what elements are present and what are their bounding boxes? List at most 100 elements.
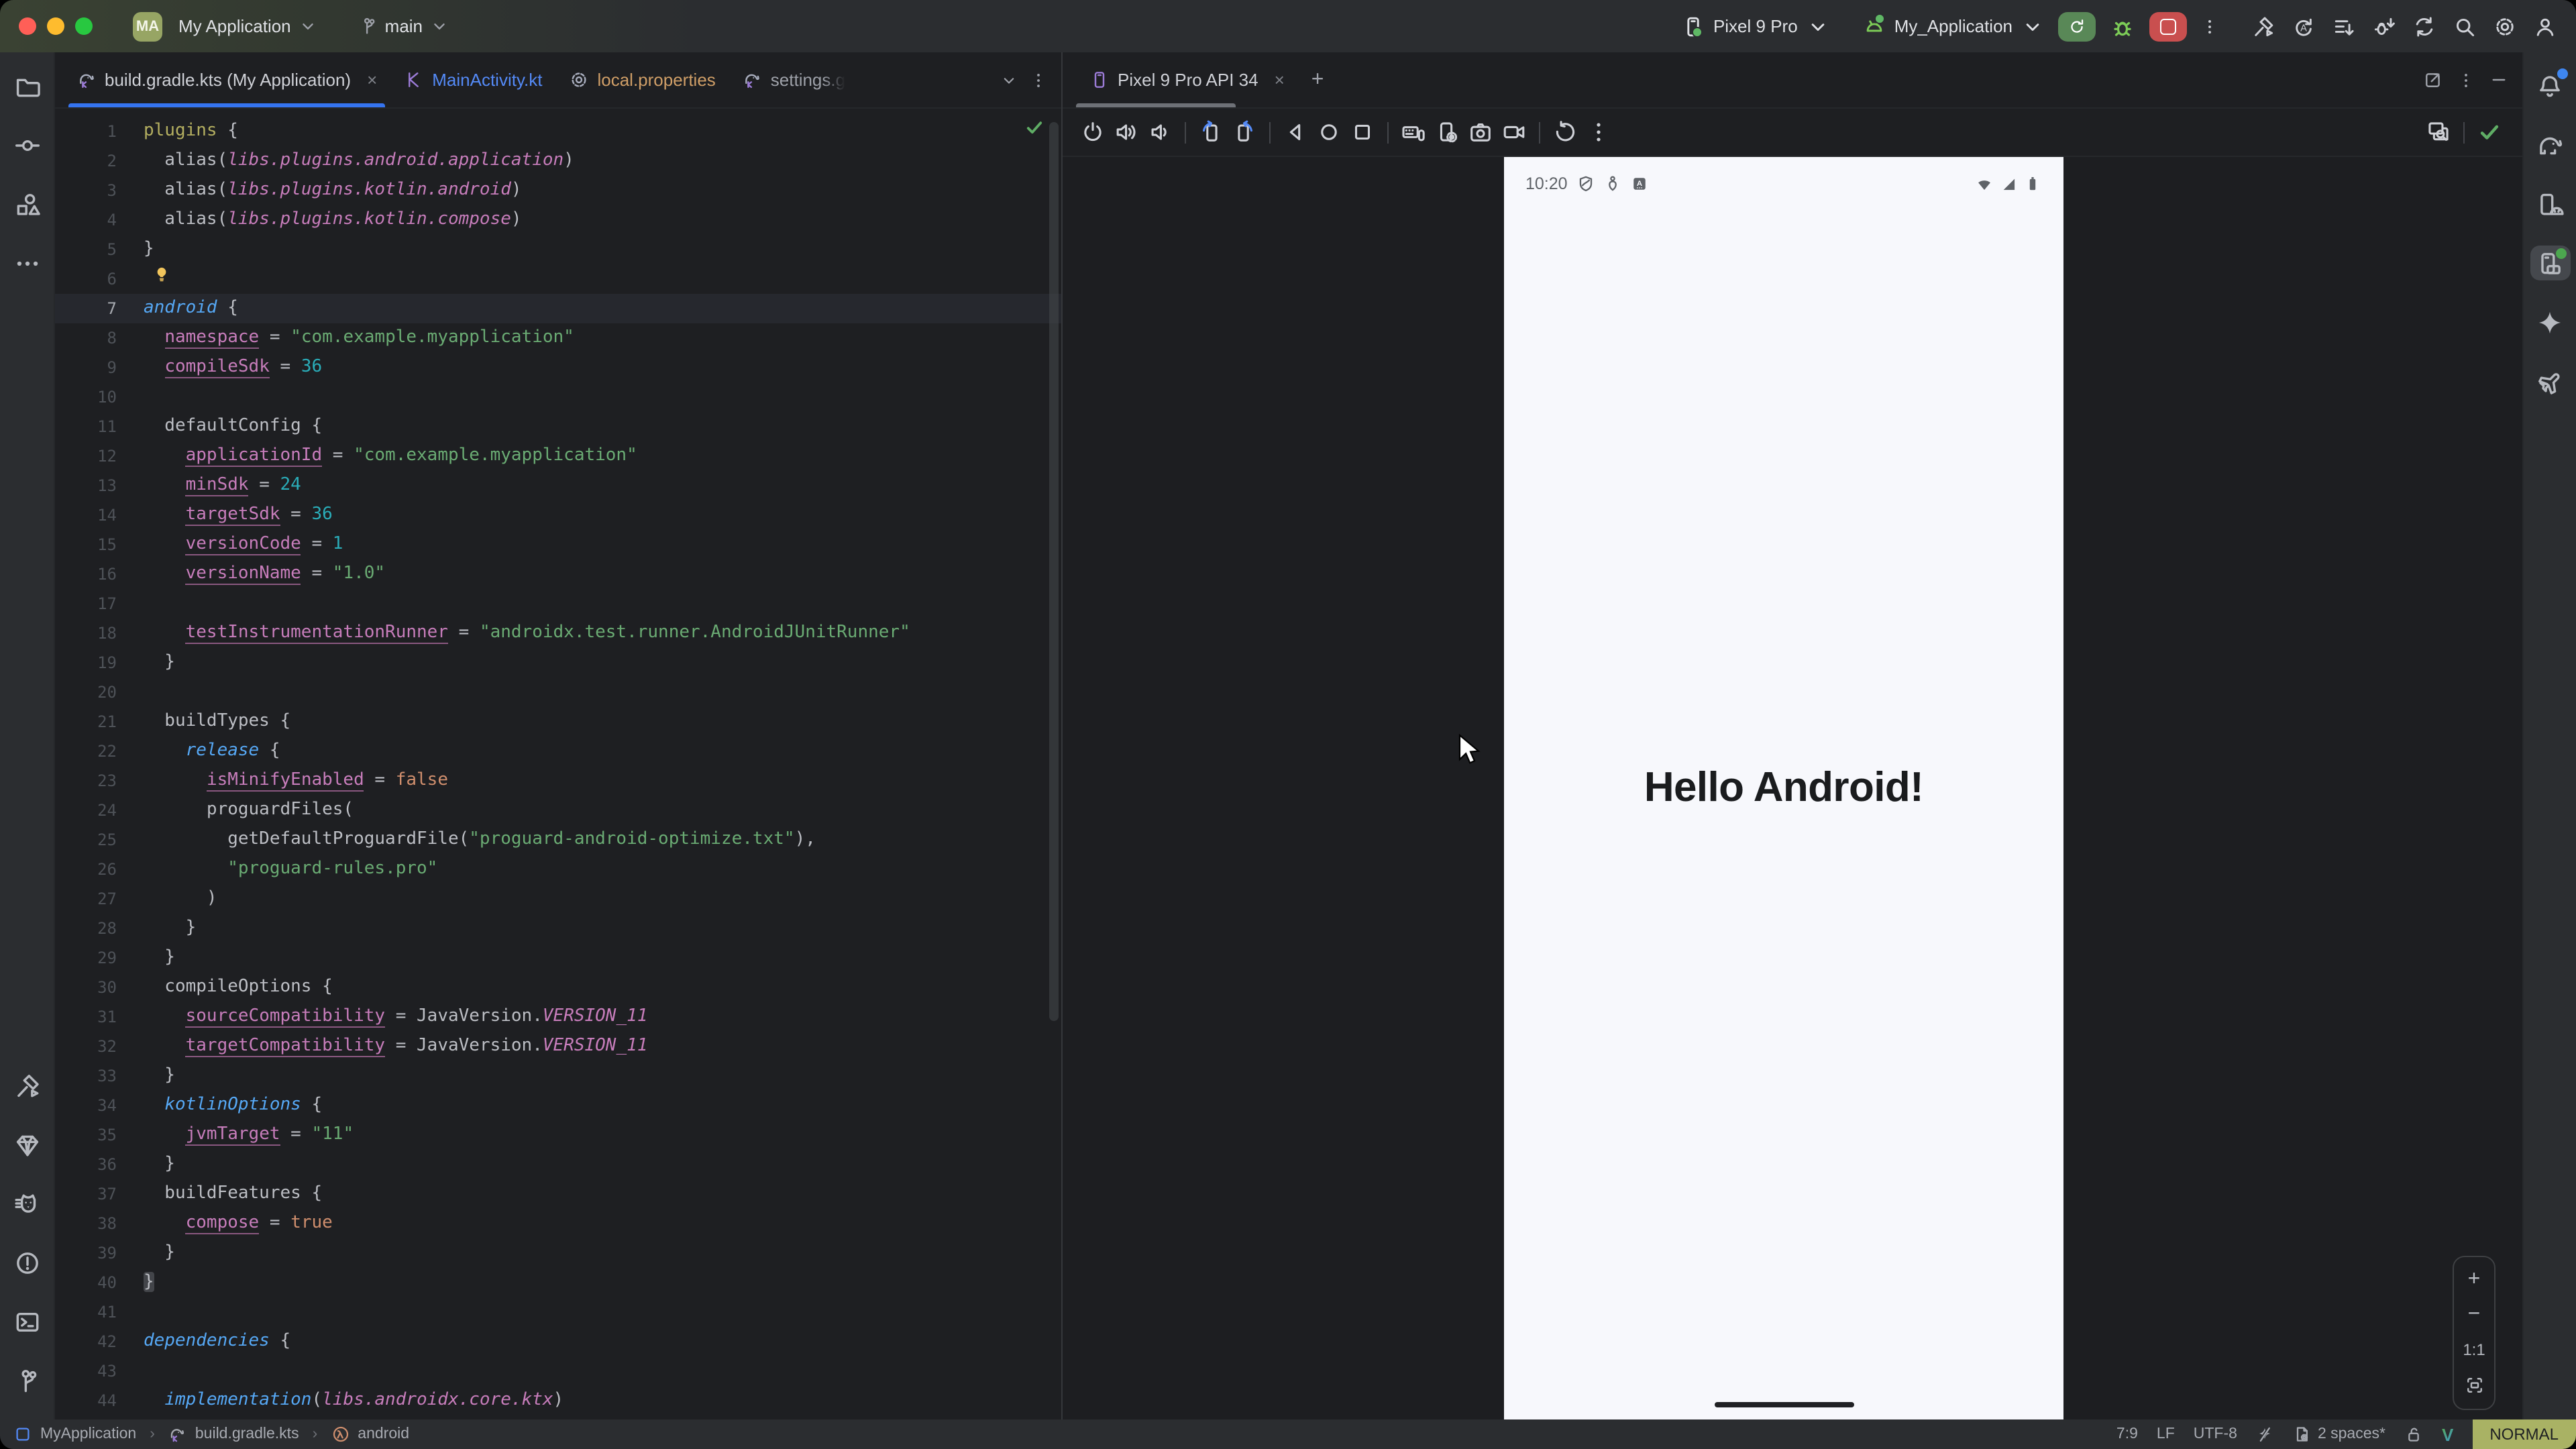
ai-assistant-off-icon[interactable] [2256, 1425, 2275, 1444]
line-ending-widget[interactable]: LF [2157, 1426, 2175, 1442]
search-icon[interactable] [2453, 14, 2477, 38]
code-line-38[interactable]: 38 compose = true [55, 1209, 1061, 1238]
code-line-4[interactable]: 4 alias(libs.plugins.kotlin.compose) [55, 205, 1061, 235]
code-line-36[interactable]: 36 } [55, 1150, 1061, 1179]
hide-panel-icon[interactable] [2489, 70, 2509, 90]
rotate-right-icon[interactable] [1232, 119, 1257, 145]
code-line-1[interactable]: 1plugins { [55, 117, 1061, 146]
code-line-40[interactable]: 40} [55, 1268, 1061, 1297]
code-line-34[interactable]: 34 kotlinOptions { [55, 1091, 1061, 1120]
vim-mode-badge[interactable]: NORMAL [2472, 1419, 2576, 1449]
code-line-15[interactable]: 15 versionCode = 1 [55, 530, 1061, 559]
indent-widget[interactable]: 2 spaces* [2294, 1425, 2385, 1444]
snapshot-restart-icon[interactable] [1552, 119, 1578, 145]
open-in-window-icon[interactable] [2423, 70, 2443, 90]
tab-list-dropdown-icon[interactable] [1000, 70, 1018, 89]
more-actions-button[interactable] [2200, 13, 2219, 40]
breadcrumb-element[interactable]: android [358, 1426, 409, 1442]
code-line-7[interactable]: 7android { [55, 294, 1061, 323]
notifications-button[interactable] [2530, 68, 2570, 103]
zoom-reset-button[interactable]: 1:1 [2463, 1340, 2485, 1359]
health-check-icon[interactable] [2477, 119, 2502, 145]
version-control-toolwindow-button[interactable] [7, 1363, 47, 1398]
code-line-42[interactable]: 42dependencies { [55, 1327, 1061, 1356]
device-tab-pixel9[interactable]: Pixel 9 Pro API 34 × [1076, 52, 1298, 107]
power-icon[interactable] [1080, 119, 1106, 145]
editor-scrollbar[interactable] [1049, 122, 1059, 1021]
debug-button[interactable] [2109, 13, 2136, 40]
volume-down-icon[interactable] [1147, 119, 1173, 145]
stop-button[interactable] [2149, 11, 2187, 41]
code-line-8[interactable]: 8 namespace = "com.example.myapplication… [55, 323, 1061, 353]
app-links-button[interactable] [2530, 364, 2570, 398]
close-tab-icon[interactable]: × [367, 70, 377, 90]
code-line-11[interactable]: 11 defaultConfig { [55, 412, 1061, 441]
apply-code-icon[interactable] [2332, 14, 2356, 38]
code-line-6[interactable]: 6 [55, 264, 1061, 294]
commit-toolwindow-button[interactable] [7, 127, 47, 162]
code-line-26[interactable]: 26 "proguard-rules.pro" [55, 855, 1061, 884]
inspections-ok-icon[interactable] [1024, 117, 1045, 138]
device-selector[interactable]: Pixel 9 Pro [1681, 14, 1830, 38]
run-configuration-selector[interactable]: My_Application [1862, 14, 2045, 38]
intention-bulb-icon[interactable] [152, 264, 172, 284]
device-manager-button[interactable] [2530, 186, 2570, 221]
volume-up-icon[interactable] [1114, 119, 1139, 145]
code-line-13[interactable]: 13 minSdk = 24 [55, 471, 1061, 500]
tab-settings-gradle[interactable]: settings.g [729, 52, 859, 107]
code-line-44[interactable]: 44 implementation(libs.androidx.core.ktx… [55, 1386, 1061, 1415]
code-line-23[interactable]: 23 isMinifyEnabled = false [55, 766, 1061, 796]
tab-local-properties[interactable]: local.properties [555, 52, 729, 107]
minimize-window-button[interactable] [47, 17, 64, 35]
vcs-branch-selector[interactable]: main [353, 16, 455, 36]
zoom-in-button[interactable]: + [2468, 1271, 2481, 1289]
encoding-widget[interactable]: UTF-8 [2194, 1426, 2237, 1442]
code-line-14[interactable]: 14 targetSdk = 36 [55, 500, 1061, 530]
hardware-input-icon[interactable] [1401, 119, 1426, 145]
code-line-39[interactable]: 39 } [55, 1238, 1061, 1268]
code-line-20[interactable]: 20 [55, 678, 1061, 707]
code-line-32[interactable]: 32 targetCompatibility = JavaVersion.VER… [55, 1032, 1061, 1061]
gemini-button[interactable] [2530, 305, 2570, 339]
breadcrumb-file[interactable]: build.gradle.kts [195, 1426, 299, 1442]
screen-record-icon[interactable] [1501, 119, 1527, 145]
new-device-tab-button[interactable]: + [1298, 52, 1338, 107]
code-line-33[interactable]: 33 } [55, 1061, 1061, 1091]
hammer-icon[interactable] [2251, 14, 2275, 38]
more-toolwindows-button[interactable] [7, 246, 47, 280]
code-line-18[interactable]: 18 testInstrumentationRunner = "androidx… [55, 619, 1061, 648]
rotate-left-icon[interactable] [1198, 119, 1224, 145]
code-line-24[interactable]: 24 proguardFiles( [55, 796, 1061, 825]
code-line-3[interactable]: 3 alias(libs.plugins.kotlin.android) [55, 176, 1061, 205]
settings-gear-icon[interactable] [2493, 14, 2517, 38]
unlock-icon[interactable] [2404, 1425, 2423, 1444]
code-line-9[interactable]: 9 compileSdk = 36 [55, 353, 1061, 382]
code-line-41[interactable]: 41 [55, 1297, 1061, 1327]
nav-overview-icon[interactable] [1350, 119, 1375, 145]
layout-inspect-icon[interactable] [2426, 119, 2451, 145]
code-line-37[interactable]: 37 buildFeatures { [55, 1179, 1061, 1209]
project-selector[interactable]: My Application [173, 16, 323, 36]
code-line-31[interactable]: 31 sourceCompatibility = JavaVersion.VER… [55, 1002, 1061, 1032]
screenshot-camera-icon[interactable] [1468, 119, 1493, 145]
sync-icon[interactable] [2412, 14, 2436, 38]
close-tab-icon[interactable]: × [1275, 70, 1285, 90]
fit-screen-button[interactable] [2464, 1375, 2484, 1395]
code-line-12[interactable]: 12 applicationId = "com.example.myapplic… [55, 441, 1061, 471]
gradle-toolwindow-button[interactable] [2530, 127, 2570, 162]
tab-mainactivity[interactable]: MainActivity.kt [390, 52, 555, 107]
breadcrumb-module[interactable]: MyApplication [40, 1426, 136, 1442]
code-line-35[interactable]: 35 jvmTarget = "11" [55, 1120, 1061, 1150]
code-editor[interactable]: 1plugins {2 alias(libs.plugins.android.a… [55, 109, 1061, 1419]
code-line-5[interactable]: 5} [55, 235, 1061, 264]
dependencies-toolwindow-button[interactable] [7, 1127, 47, 1162]
vim-plugin-icon[interactable]: V [2442, 1424, 2453, 1444]
project-toolwindow-button[interactable] [7, 68, 47, 103]
nav-home-icon[interactable] [1316, 119, 1342, 145]
nav-back-icon[interactable] [1283, 119, 1308, 145]
code-line-21[interactable]: 21 buildTypes { [55, 707, 1061, 737]
code-line-17[interactable]: 17 [55, 589, 1061, 619]
device-screen[interactable]: 10:20 A Hello Android! [1504, 157, 2063, 1419]
close-window-button[interactable] [19, 17, 36, 35]
attach-debugger-icon[interactable] [2372, 14, 2396, 38]
